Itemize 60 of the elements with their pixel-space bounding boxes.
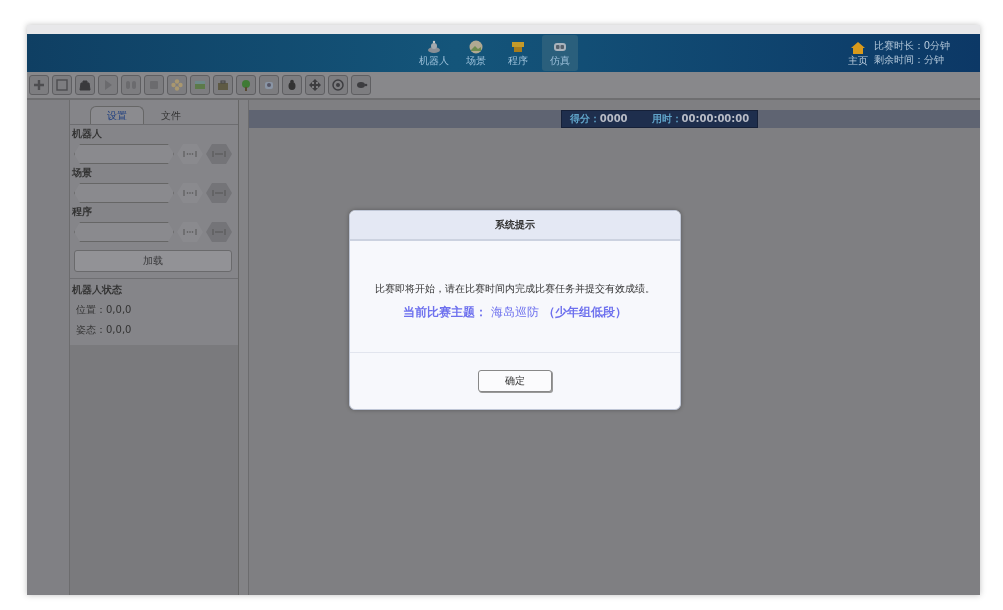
clear-button[interactable]	[206, 144, 232, 164]
dots-bracket-icon	[183, 228, 197, 236]
competition-theme-text: 当前比赛主题： 海岛巡防 （少年组低段）	[403, 304, 627, 321]
nav-tab[interactable]: 程序	[500, 35, 537, 71]
browse-button[interactable]	[177, 222, 203, 242]
path-field[interactable]	[74, 183, 174, 203]
toolbar-button[interactable]	[75, 75, 95, 95]
panel-tab[interactable]: 设置	[90, 106, 144, 124]
toolbar-button[interactable]	[236, 75, 256, 95]
toolbar-button[interactable]	[282, 75, 302, 95]
toolbar-button[interactable]	[144, 75, 164, 95]
position-text: 位置：0,0,0	[75, 303, 133, 317]
elapsed-time-text: 用时：00:00:00:00	[651, 112, 750, 126]
section-label: 程序	[72, 205, 93, 219]
move-arrows-icon	[308, 78, 322, 92]
dots-bracket-icon	[183, 189, 197, 197]
image-icon	[193, 78, 207, 92]
target-icon	[331, 78, 345, 92]
path-field[interactable]	[74, 144, 174, 164]
browse-button[interactable]	[177, 183, 203, 203]
goggles-icon	[553, 40, 568, 54]
remaining-time-text: 剩余时间：分钟	[873, 54, 945, 66]
toolbar-button[interactable]	[213, 75, 233, 95]
attitude-text: 姿态：0,0,0	[75, 323, 133, 337]
toolbar-button[interactable]	[52, 75, 72, 95]
toolbar-button[interactable]	[351, 75, 371, 95]
duration-text: 比赛时长：0分钟	[873, 40, 950, 52]
home-icon	[849, 40, 866, 55]
dialog-message: 比赛即将开始，请在比赛时间内完成比赛任务并提交有效成绩。	[375, 282, 655, 296]
toolbar-button[interactable]	[98, 75, 118, 95]
toolbar-button[interactable]	[121, 75, 141, 95]
confirm-button[interactable]: 确定	[478, 370, 552, 392]
section-label: 机器人	[72, 127, 103, 141]
toolbox-icon	[216, 78, 230, 92]
bag-icon	[78, 78, 92, 92]
browse-button[interactable]	[177, 144, 203, 164]
nav-tab[interactable]: 机器人	[416, 35, 453, 71]
dialog-title: 系统提示	[350, 211, 680, 241]
code-block-icon	[511, 40, 526, 54]
path-field[interactable]	[74, 222, 174, 242]
landscape-icon	[469, 40, 484, 54]
plus-icon	[32, 78, 46, 92]
clear-button[interactable]	[206, 183, 232, 203]
toolbar-button[interactable]	[190, 75, 210, 95]
toolbar-button[interactable]	[328, 75, 348, 95]
status-title: 机器人状态	[71, 283, 123, 297]
nav-tab[interactable]: 仿真	[542, 35, 579, 71]
section-label: 场景	[72, 166, 93, 180]
flower-icon	[170, 78, 184, 92]
clear-button[interactable]	[206, 222, 232, 242]
toolbar-button[interactable]	[167, 75, 187, 95]
score-text: 得分：0000	[569, 112, 628, 126]
nav-tab[interactable]: 场景	[458, 35, 495, 71]
tree-icon	[239, 78, 253, 92]
toolbar-button[interactable]	[259, 75, 279, 95]
toolbar-button[interactable]	[305, 75, 325, 95]
home-button[interactable]: 主页	[847, 40, 868, 66]
toolbar-button[interactable]	[29, 75, 49, 95]
panel-tab[interactable]: 文件	[144, 106, 198, 124]
dots-bracket-icon	[183, 150, 197, 158]
